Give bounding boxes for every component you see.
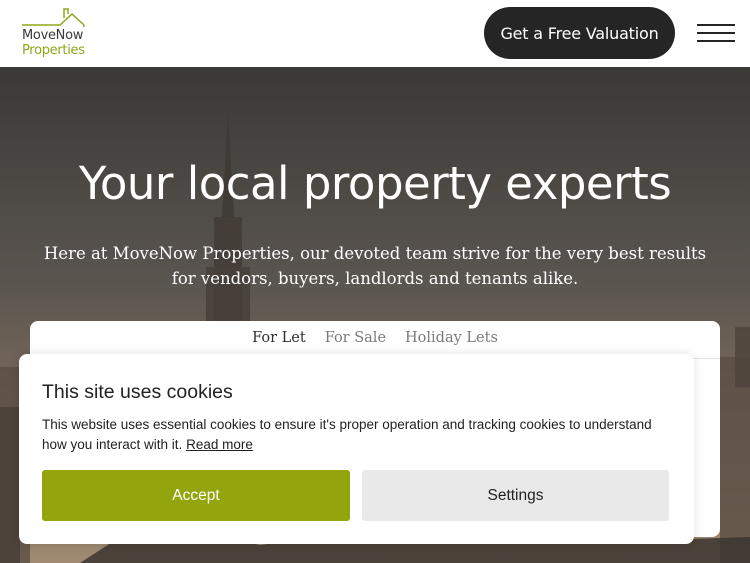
logo-text-movenow: MoveNow <box>22 28 84 43</box>
read-more-link[interactable]: Read more <box>186 437 253 452</box>
logo[interactable]: MoveNow Properties <box>20 8 90 60</box>
cookie-settings-button[interactable]: Settings <box>362 470 669 521</box>
accept-cookies-button[interactable]: Accept <box>42 470 350 521</box>
hero-title: Your local property experts <box>78 157 672 210</box>
logo-text-properties: Properties <box>22 43 85 58</box>
cookie-banner: This site uses cookies This website uses… <box>19 354 694 544</box>
cookie-banner-body: This website uses essential cookies to e… <box>42 417 652 452</box>
hamburger-menu-icon[interactable] <box>697 24 735 42</box>
site-header: MoveNow Properties Get a Free Valuation <box>0 0 750 67</box>
cookie-banner-text: This website uses essential cookies to e… <box>42 415 672 455</box>
house-roof-logo-icon <box>22 8 85 27</box>
free-valuation-button[interactable]: Get a Free Valuation <box>484 7 675 59</box>
hero-description: Here at MoveNow Properties, our devoted … <box>43 244 707 288</box>
cookie-banner-title: This site uses cookies <box>42 381 233 403</box>
